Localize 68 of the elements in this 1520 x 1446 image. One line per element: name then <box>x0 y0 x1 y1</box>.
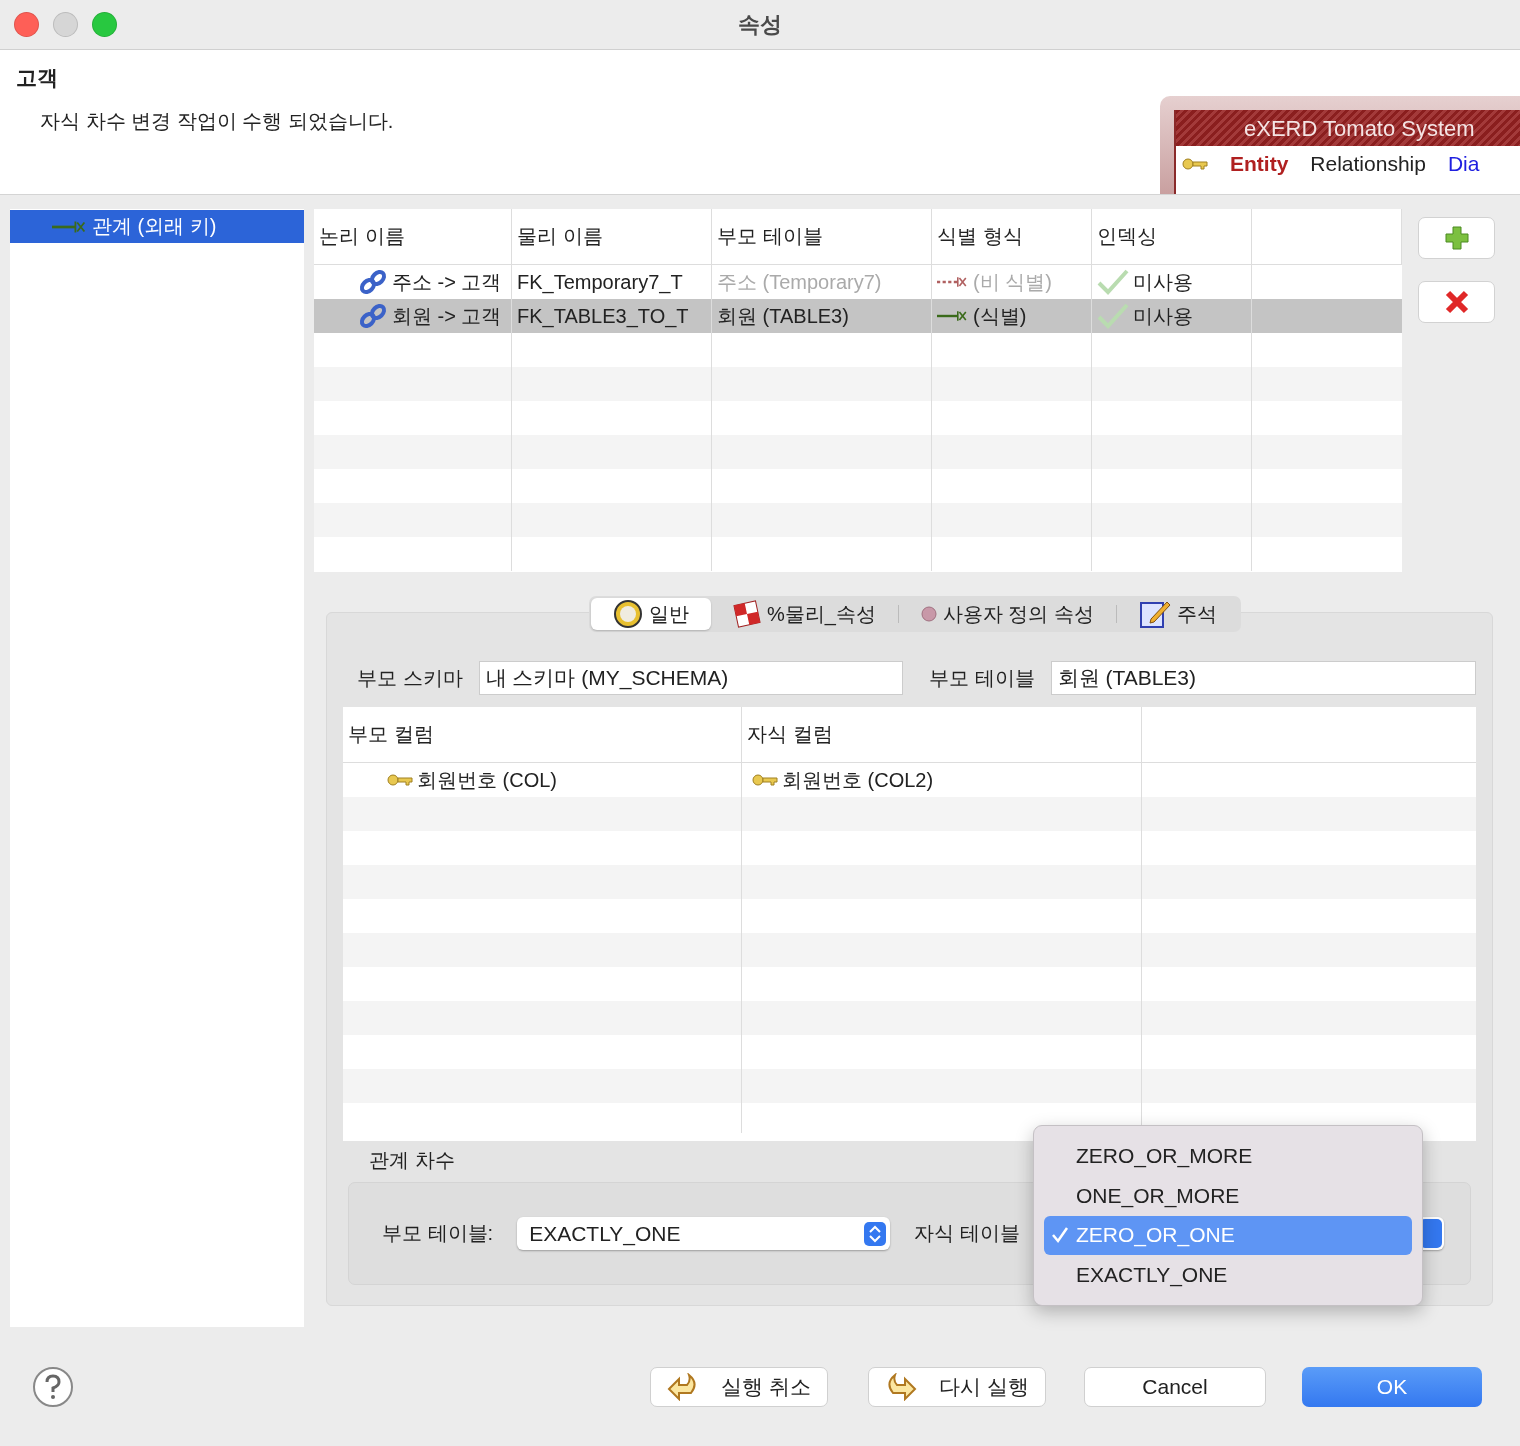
column-header[interactable]: 인덱싱 <box>1092 209 1252 264</box>
cancel-button[interactable]: Cancel <box>1084 1366 1266 1407</box>
connector-icon <box>937 309 969 323</box>
close-icon <box>1443 289 1470 315</box>
table-cell-text: (식별) <box>973 303 1027 329</box>
column-header[interactable]: 자식 컬럼 <box>742 707 1142 762</box>
minimize-button[interactable] <box>53 12 78 37</box>
field-label: 부모 테이블: <box>382 1221 494 1246</box>
table-cell-text: 회원번호 (COL) <box>417 767 557 793</box>
tab[interactable]: 주석 <box>1117 598 1240 630</box>
banner-tab-label: Relationship <box>1310 152 1426 176</box>
undo-button[interactable]: 실행 취소 <box>650 1366 828 1407</box>
plus-icon <box>1443 225 1470 251</box>
curved-arrow-right-icon <box>885 1372 918 1401</box>
chain-link-icon <box>358 268 388 296</box>
connector-icon <box>52 219 88 234</box>
table-cell-text: 주소 -> 고객 <box>392 269 502 295</box>
chain-link-icon <box>358 302 388 330</box>
checkmark-icon <box>1051 1226 1069 1245</box>
table-cell-text: (비 식별) <box>973 269 1052 295</box>
banner-tab-label: Entity <box>1230 152 1289 176</box>
column-header[interactable]: 부모 테이블 <box>712 209 932 264</box>
column-header[interactable]: 부모 컬럼 <box>343 707 742 762</box>
compass-icon <box>613 599 643 629</box>
key-icon <box>1182 157 1208 171</box>
banner-tab-label: Dia <box>1447 152 1480 176</box>
key-icon <box>387 773 413 787</box>
tab[interactable]: %물리_속성 <box>711 598 898 630</box>
field-label: 자식 테이블 <box>914 1221 1020 1246</box>
delete-button[interactable] <box>1418 281 1495 323</box>
menu-item[interactable]: EXACTLY_ONE <box>1044 1255 1412 1295</box>
column-header[interactable]: 식별 형식 <box>932 209 1092 264</box>
key-icon <box>752 773 778 787</box>
tab[interactable]: 사용자 정의 속성 <box>898 598 1117 630</box>
schema-field[interactable]: 내 스키마 (MY_SCHEMA) <box>478 661 903 695</box>
menu-item[interactable]: ZERO_OR_MORE <box>1044 1136 1412 1176</box>
sidebar-item[interactable]: 관계 (외래 키) <box>10 210 304 243</box>
status-message: 자식 차수 변경 작업이 수행 되었습니다. <box>39 109 394 134</box>
header-title: 고객 <box>16 65 59 91</box>
table-cell-text: 미사용 <box>1133 269 1193 295</box>
help-icon[interactable] <box>32 1365 74 1408</box>
check-icon <box>1097 303 1129 329</box>
window-title: 속성 <box>738 10 782 39</box>
zoom-button[interactable] <box>92 12 117 37</box>
field-label: 부모 테이블 <box>929 665 1035 691</box>
field-label: 부모 스키마 <box>357 665 463 691</box>
redo-button[interactable]: 다시 실행 <box>868 1366 1046 1407</box>
check-icon <box>1097 269 1129 295</box>
tab[interactable]: 일반 <box>591 598 711 630</box>
sidebar-item-label: 관계 (외래 키) <box>92 214 217 239</box>
checkered-icon <box>733 600 761 628</box>
connector-icon <box>937 275 969 289</box>
table-cell-text: 회원번호 (COL2) <box>782 767 934 793</box>
table-field[interactable]: 회원 (TABLE3) <box>1050 661 1476 695</box>
stepper-icon <box>864 1221 887 1246</box>
table-row[interactable]: 회원 -> 고객 FK_TABLE3_TO_T 회원 (TABLE3) (식별) 미사용 <box>314 299 1402 333</box>
dot-icon <box>920 606 937 622</box>
banner-title: eXERD Tomato System <box>1176 110 1520 146</box>
cardinality-select[interactable]: EXACTLY_ONE <box>517 1217 891 1250</box>
note-pencil-icon <box>1139 599 1172 629</box>
menu-item[interactable]: ONE_OR_MORE <box>1044 1175 1412 1216</box>
column-header[interactable]: 물리 이름 <box>512 209 712 264</box>
table-cell-text: 회원 -> 고객 <box>392 303 502 329</box>
close-button[interactable] <box>14 12 39 37</box>
group-title: 관계 차수 <box>369 1148 455 1173</box>
add-button[interactable] <box>1418 217 1495 259</box>
table-cell-text: 미사용 <box>1133 303 1193 329</box>
column-header[interactable]: 논리 이름 <box>314 209 512 264</box>
